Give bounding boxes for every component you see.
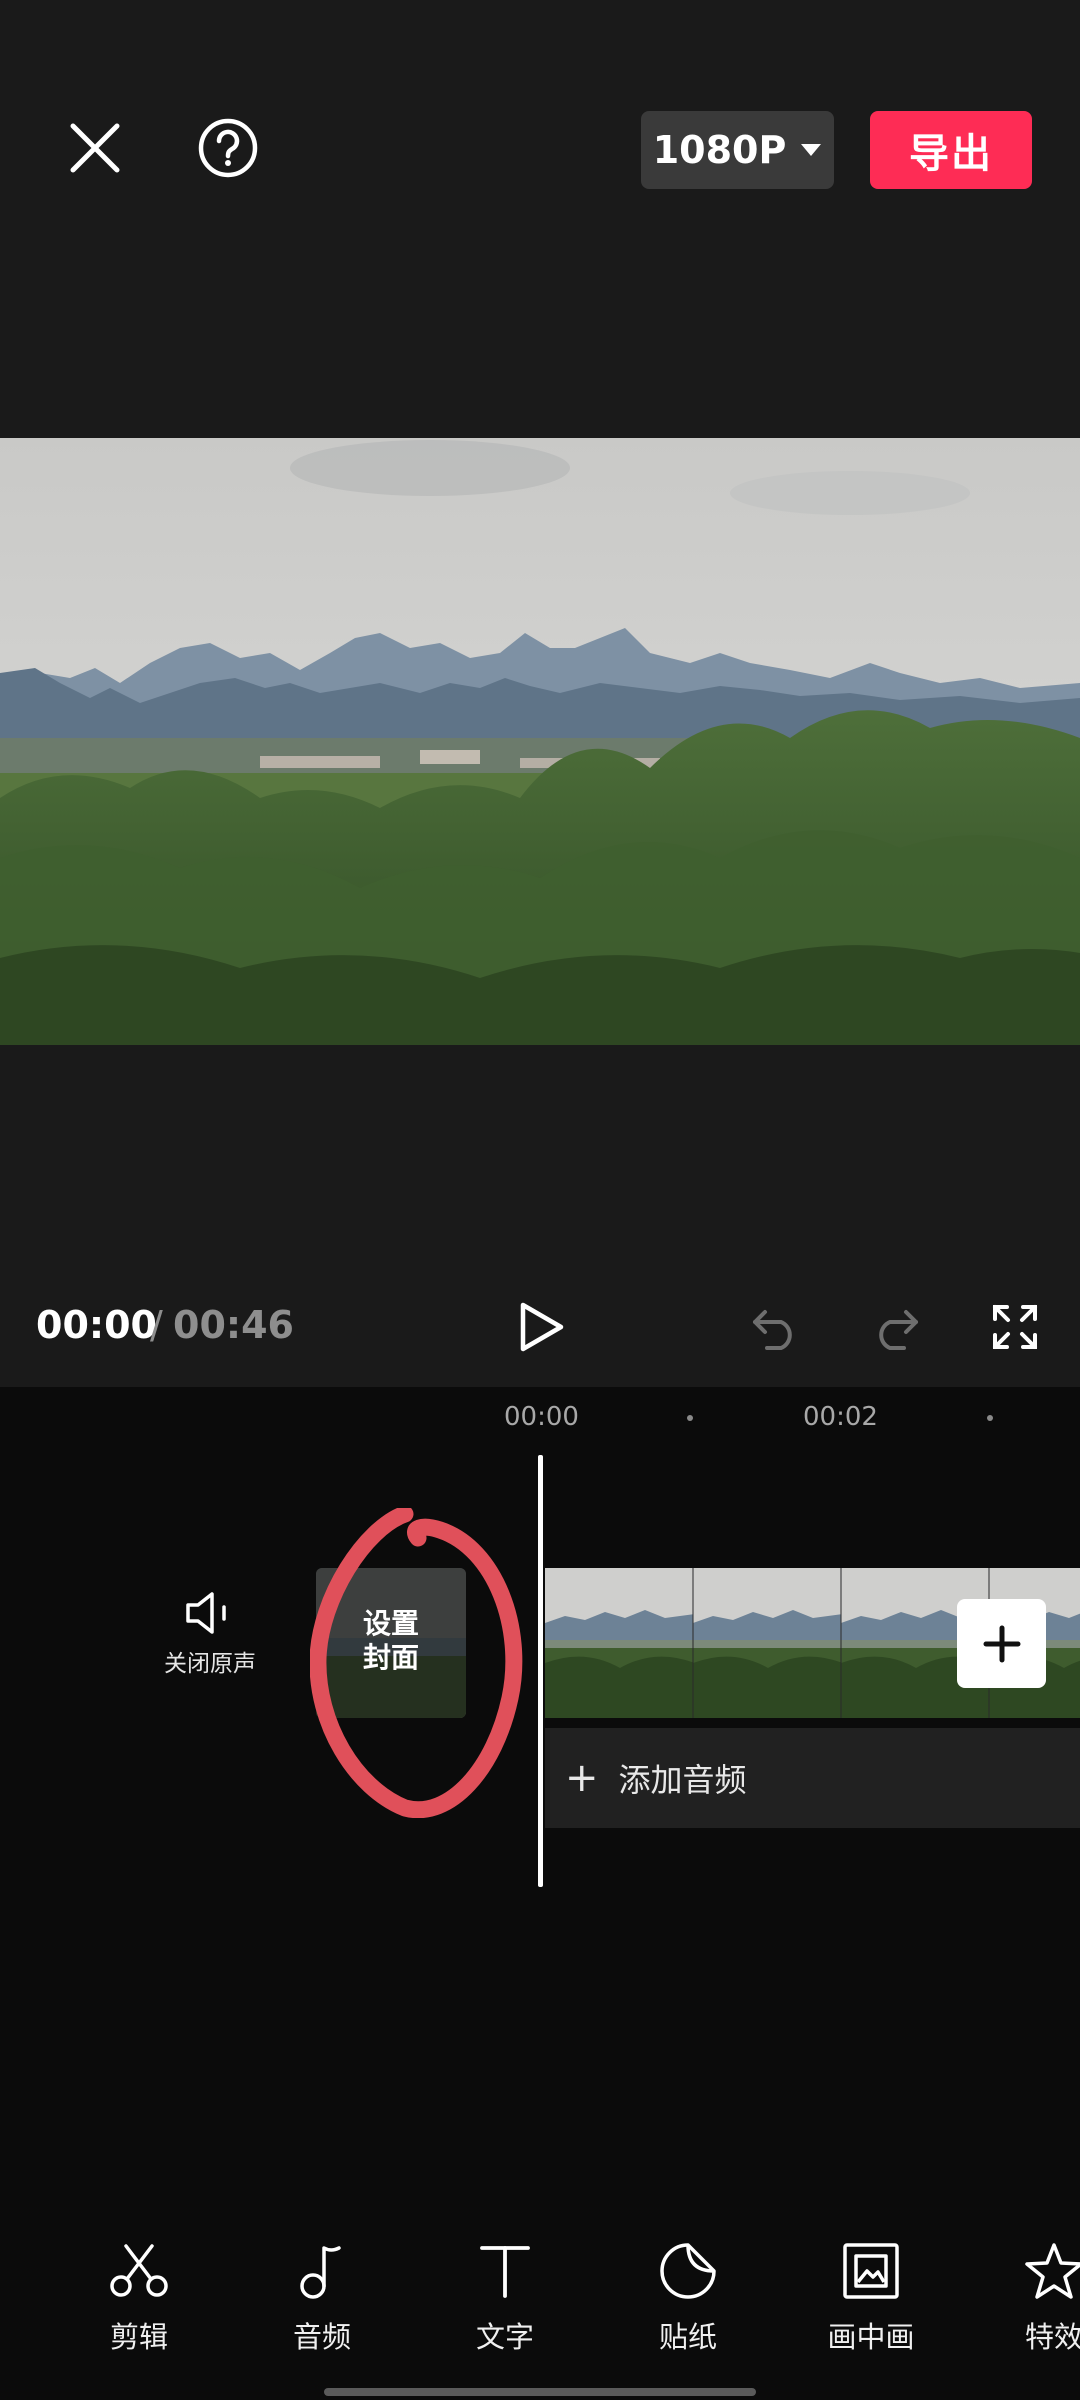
- current-time: 00:00: [36, 1303, 157, 1347]
- close-button[interactable]: [55, 108, 135, 188]
- red-annotation-circle: [310, 1508, 523, 1818]
- playhead[interactable]: [538, 1455, 543, 1887]
- tool-audio-label: 音频: [292, 2320, 351, 2354]
- add-audio-label: 添加音频: [618, 1761, 747, 1799]
- play-icon: [520, 1302, 564, 1352]
- video-preview[interactable]: [0, 438, 1080, 1045]
- tool-edit[interactable]: 剪辑: [79, 2236, 199, 2356]
- plus-icon: [983, 1625, 1020, 1662]
- fullscreen-button[interactable]: [985, 1297, 1045, 1357]
- speaker-icon: [186, 1592, 226, 1634]
- sticker-icon: [660, 2243, 716, 2299]
- undo-icon: [753, 1310, 792, 1350]
- music-note-icon: [300, 2246, 341, 2299]
- tool-picture-in-picture[interactable]: 画中画: [811, 2236, 931, 2356]
- tool-text-label: 文字: [475, 2320, 534, 2354]
- redo-button[interactable]: [864, 1297, 926, 1357]
- landscape-preview-image: [0, 438, 1080, 1045]
- star-icon: [1025, 2243, 1080, 2299]
- add-audio-plus-icon: +: [565, 1755, 599, 1801]
- ruler-tick: [687, 1415, 693, 1421]
- ruler-tick: [987, 1415, 993, 1421]
- time-separator: /: [150, 1303, 163, 1347]
- mute-original-sound-button[interactable]: 关闭原声: [150, 1590, 270, 1678]
- mute-label: 关闭原声: [164, 1651, 256, 1677]
- tool-text[interactable]: 文字: [445, 2236, 565, 2356]
- picture-in-picture-icon: [843, 2243, 899, 2299]
- total-time: 00:46: [173, 1303, 294, 1347]
- tool-effects[interactable]: 特效: [994, 2236, 1080, 2356]
- home-indicator[interactable]: [324, 2388, 756, 2396]
- ruler-label-0: 00:00: [504, 1402, 579, 1432]
- tool-effects-label: 特效: [1024, 2320, 1080, 2354]
- add-audio-button[interactable]: + 添加音频: [545, 1728, 1080, 1828]
- tool-sticker-label: 贴纸: [658, 2320, 717, 2354]
- export-button[interactable]: 导出: [870, 111, 1032, 189]
- undo-button[interactable]: [745, 1297, 807, 1357]
- help-icon: [198, 118, 258, 178]
- close-icon: [70, 123, 120, 173]
- help-button[interactable]: [188, 108, 268, 188]
- caret-down-icon: [801, 144, 822, 156]
- resolution-dropdown[interactable]: 1080P: [641, 111, 834, 189]
- resolution-value: 1080P: [652, 128, 787, 172]
- scissors-icon: [110, 2244, 168, 2297]
- fullscreen-icon: [993, 1305, 1037, 1349]
- redo-icon: [879, 1310, 918, 1350]
- text-icon: [480, 2246, 530, 2298]
- tool-edit-label: 剪辑: [109, 2320, 168, 2354]
- play-button[interactable]: [510, 1295, 574, 1359]
- add-clip-button[interactable]: [957, 1599, 1046, 1688]
- tool-audio[interactable]: 音频: [262, 2236, 382, 2356]
- tool-sticker[interactable]: 贴纸: [628, 2236, 748, 2356]
- ruler-label-2: 00:02: [803, 1402, 878, 1432]
- tool-pip-label: 画中画: [827, 2320, 915, 2354]
